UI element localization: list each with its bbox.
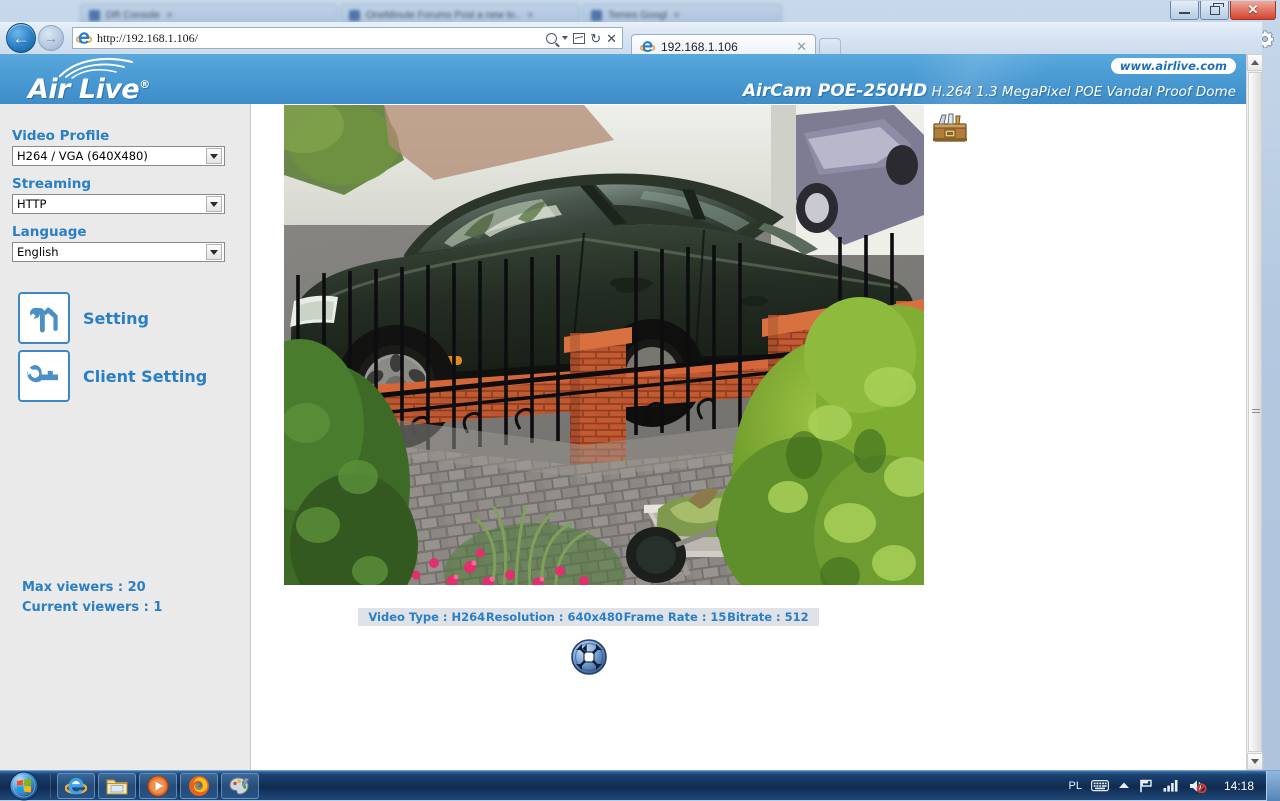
taskbar-item-paint[interactable] (221, 773, 259, 799)
status-bitrate: Bitrate : 512 (727, 610, 809, 624)
volume-muted-icon[interactable] (1189, 779, 1207, 793)
language-indicator[interactable]: PL (1069, 780, 1082, 792)
internet-explorer-icon (76, 30, 92, 46)
close-icon[interactable]: ✕ (527, 10, 535, 21)
airlive-brand-text: Air Live® (28, 74, 150, 104)
favicon-icon (591, 10, 602, 21)
toolbox-icon[interactable] (933, 112, 967, 142)
streaming-select[interactable]: HTTP (12, 194, 225, 214)
browser-navigation-bar: ← → http://192.168.1.106/ ↻ ✕ (0, 22, 1262, 54)
compatibility-view-icon[interactable] (573, 33, 585, 44)
media-player-icon (147, 775, 169, 797)
scroll-up-button[interactable] (1247, 54, 1263, 71)
video-profile-value: H264 / VGA (640X480) (17, 149, 206, 163)
stop-icon[interactable]: ✕ (606, 32, 617, 45)
camera-model-description: H.264 1.3 MegaPixel POE Vandal Proof Dom… (932, 84, 1236, 100)
address-bar-icons: ↻ ✕ (546, 32, 619, 45)
refresh-icon[interactable]: ↻ (590, 32, 601, 45)
chevron-down-icon[interactable] (206, 148, 222, 164)
close-icon[interactable]: ✕ (673, 10, 681, 21)
internet-explorer-icon (65, 775, 87, 797)
streaming-label: Streaming (12, 176, 250, 192)
background-tab-title: DR Console (106, 10, 160, 21)
window-controls: ✕ (1169, 1, 1276, 20)
back-arrow-icon: ← (13, 30, 30, 47)
address-input-value[interactable]: http://192.168.1.106/ (97, 31, 546, 46)
internet-explorer-window: ← → http://192.168.1.106/ ↻ ✕ (0, 22, 1262, 770)
live-video-stream[interactable] (284, 105, 924, 585)
setting-button-label: Setting (83, 309, 149, 328)
viewer-counts: Max viewers : 20 Current viewers : 1 (22, 578, 162, 618)
status-video-type: Video Type : H264 (368, 610, 485, 624)
system-tray: PL (1069, 771, 1267, 801)
streaming-value: HTTP (17, 197, 206, 211)
taskbar-item-windows-explorer[interactable] (98, 773, 136, 799)
dropdown-caret-icon[interactable] (562, 36, 568, 40)
client-setting-button-label: Client Setting (83, 367, 207, 386)
restore-button[interactable] (1200, 1, 1229, 20)
taskbar-clock[interactable]: 14:18 (1216, 779, 1262, 793)
chevron-down-icon[interactable] (206, 244, 222, 260)
taskbar-pinned-items (57, 773, 259, 799)
favicon-icon (349, 10, 360, 21)
language-select[interactable]: English (12, 242, 225, 262)
chevron-up-icon[interactable] (1118, 781, 1130, 790)
fullscreen-expand-button[interactable] (571, 639, 607, 675)
background-tab-title: OneMinute Forums Post a new to.. (366, 10, 521, 21)
search-icon[interactable] (546, 33, 557, 44)
wrench-icon (18, 350, 70, 402)
camera-model-banner: AirCam POE-250HD H.264 1.3 MegaPixel POE… (743, 81, 1236, 101)
browser-tab-strip: 192.168.1.106 ✕ (631, 22, 841, 54)
sidebar: Video Profile H264 / VGA (640X480) Strea… (0, 104, 251, 770)
windows-taskbar: PL (0, 770, 1280, 800)
page-scrollbar[interactable] (1246, 54, 1262, 770)
max-viewers: Max viewers : 20 (22, 578, 162, 598)
favicon-icon (89, 10, 100, 21)
status-resolution: Resolution : 640x480 (486, 610, 623, 624)
folder-icon (106, 776, 128, 796)
stream-status-bar: Video Type : H264 Resolution : 640x480 F… (358, 608, 819, 626)
airlive-website-badge[interactable]: www.airlive.com (1111, 58, 1236, 74)
scrollbar-thumb[interactable] (1248, 72, 1262, 752)
minimize-button[interactable] (1170, 1, 1199, 20)
airlive-banner: Air Live® www.airlive.com AirCam POE-250… (0, 54, 1246, 104)
close-icon[interactable]: ✕ (166, 10, 174, 21)
back-button[interactable]: ← (6, 23, 36, 53)
internet-explorer-icon (640, 39, 655, 54)
forward-arrow-icon: → (44, 31, 58, 45)
taskbar-divider (50, 774, 51, 798)
paint-icon (229, 776, 251, 796)
client-setting-button[interactable]: Client Setting (18, 350, 250, 402)
tools-icon (18, 292, 70, 344)
browser-tab-title: 192.168.1.106 (661, 40, 790, 54)
video-frame-image (284, 105, 924, 585)
setting-button[interactable]: Setting (18, 292, 250, 344)
flag-icon[interactable] (1139, 779, 1154, 793)
language-value: English (17, 245, 206, 259)
address-bar[interactable]: http://192.168.1.106/ ↻ ✕ (72, 27, 623, 49)
main-content: Video Type : H264 Resolution : 640x480 F… (251, 104, 1246, 770)
language-label: Language (12, 224, 250, 240)
close-button[interactable]: ✕ (1230, 1, 1276, 20)
video-profile-label: Video Profile (12, 128, 250, 144)
taskbar-item-internet-explorer[interactable] (57, 773, 95, 799)
taskbar-item-media-player[interactable] (139, 773, 177, 799)
background-tab-title: Temes Googl (608, 10, 667, 21)
registered-mark: ® (139, 78, 150, 91)
page-content: Air Live® www.airlive.com AirCam POE-250… (0, 54, 1246, 770)
firefox-icon (188, 775, 210, 797)
close-icon[interactable]: ✕ (796, 40, 807, 53)
signal-bars-icon[interactable] (1163, 779, 1180, 792)
keyboard-icon[interactable] (1091, 779, 1109, 792)
start-button[interactable] (0, 771, 48, 801)
forward-button[interactable]: → (38, 25, 64, 51)
status-frame-rate: Frame Rate : 15 (624, 610, 727, 624)
camera-model-name: AirCam POE-250HD (743, 81, 927, 101)
taskbar-item-firefox[interactable] (180, 773, 218, 799)
show-desktop-button[interactable] (1266, 771, 1280, 801)
current-viewers: Current viewers : 1 (22, 598, 162, 618)
video-profile-select[interactable]: H264 / VGA (640X480) (12, 146, 225, 166)
chevron-down-icon[interactable] (206, 196, 222, 212)
scroll-down-button[interactable] (1247, 753, 1263, 770)
